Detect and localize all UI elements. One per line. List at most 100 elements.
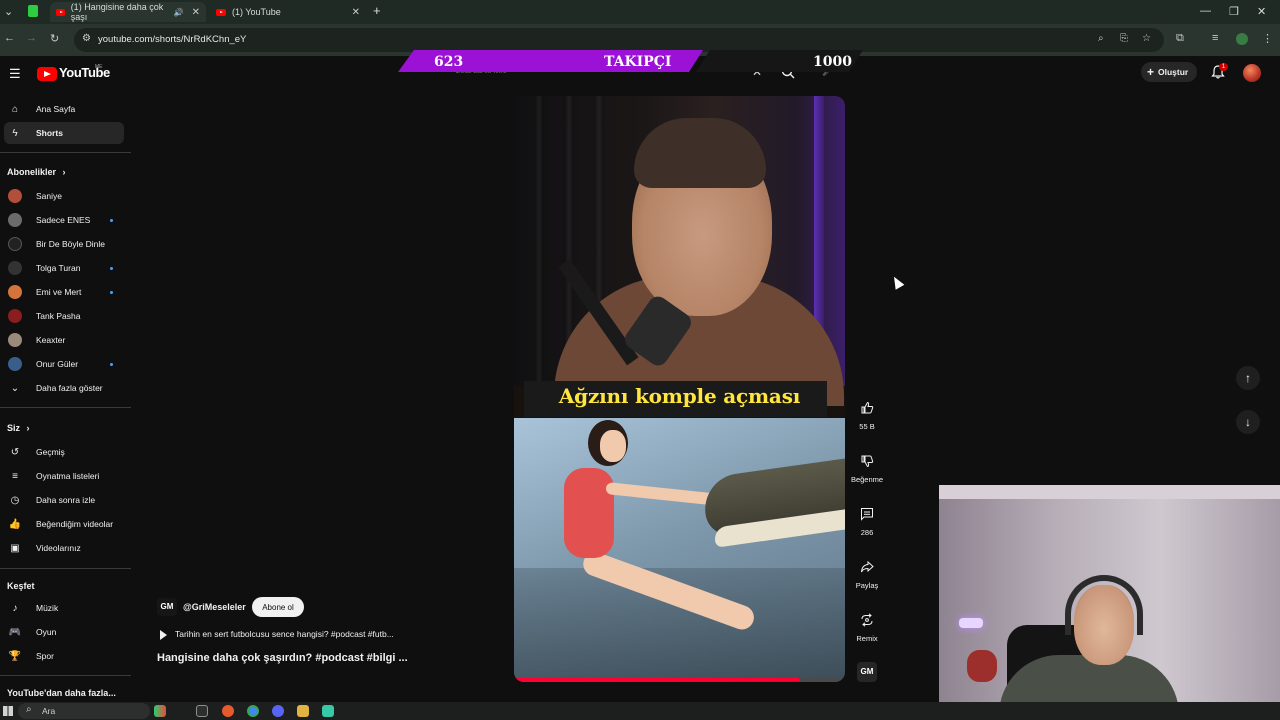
speaker-icon[interactable]: 🔊 bbox=[174, 8, 184, 17]
subscribe-button[interactable]: Abone ol bbox=[252, 597, 304, 617]
share-button[interactable]: Paylaş bbox=[848, 555, 886, 590]
url-text[interactable]: youtube.com/shorts/NrRdKChn_eY bbox=[98, 34, 246, 45]
site-info-icon[interactable]: ⚙ bbox=[82, 33, 91, 44]
subscriptions-heading[interactable]: Abonelikler › bbox=[7, 167, 66, 177]
profile-avatar-icon[interactable] bbox=[1236, 33, 1248, 45]
close-tab-icon[interactable]: ✕ bbox=[352, 7, 360, 18]
minimize-icon[interactable]: — bbox=[1200, 5, 1211, 17]
media-control-icon[interactable]: ≡ bbox=[1212, 32, 1218, 44]
comments-button[interactable]: 286 bbox=[848, 502, 886, 537]
new-content-dot bbox=[110, 362, 113, 366]
tab-list-chevron-icon[interactable]: ⌄ bbox=[4, 5, 13, 18]
channel-avatar bbox=[8, 237, 22, 251]
sidebar-item-gaming[interactable]: 🎮 Oyun bbox=[0, 621, 124, 643]
channel-avatar[interactable]: GM bbox=[157, 598, 177, 616]
browser-tab-strip: ⌄ (1) Hangisine daha çok şaşı 🔊 ✕ (1) Yo… bbox=[0, 0, 1280, 24]
reload-icon[interactable]: ↻ bbox=[50, 32, 59, 45]
create-button[interactable]: + Oluştur bbox=[1141, 62, 1197, 82]
account-avatar[interactable] bbox=[1243, 64, 1261, 82]
video-title[interactable]: Hangisine daha çok şaşırdın? #podcast #b… bbox=[157, 652, 408, 664]
sidebar-item-subscription[interactable]: Keaxter bbox=[0, 329, 124, 351]
windows-start-icon[interactable] bbox=[3, 706, 13, 716]
forward-icon[interactable]: → bbox=[26, 32, 37, 44]
girl-face bbox=[600, 430, 626, 462]
zoom-icon[interactable]: ⌕ bbox=[1098, 33, 1104, 44]
browser-menu-icon[interactable]: ⋮ bbox=[1262, 32, 1273, 45]
you-heading[interactable]: Siz › bbox=[7, 423, 30, 433]
remix-button[interactable]: Remix bbox=[848, 608, 886, 643]
channel-sound-thumbnail[interactable]: GM bbox=[857, 662, 877, 682]
news-widget-icon[interactable] bbox=[154, 705, 166, 717]
sidebar-item-history[interactable]: ↺ Geçmiş bbox=[0, 441, 124, 463]
shorts-icon: ϟ bbox=[12, 127, 18, 139]
sidebar-item-label: Beğendiğim videolar bbox=[36, 519, 114, 529]
app-icon[interactable] bbox=[297, 705, 309, 717]
tab-youtube[interactable]: (1) YouTube ✕ bbox=[210, 2, 366, 22]
tab-shorts[interactable]: (1) Hangisine daha çok şaşı 🔊 ✕ bbox=[50, 2, 206, 22]
chrome-icon[interactable] bbox=[247, 705, 259, 717]
search-icon: ⌕ bbox=[26, 704, 32, 715]
new-content-dot bbox=[110, 266, 113, 270]
youtube-logo-icon[interactable] bbox=[37, 67, 57, 81]
channel-avatar bbox=[8, 189, 22, 203]
divider bbox=[0, 152, 131, 153]
notification-badge: 1 bbox=[1219, 63, 1228, 71]
install-app-icon[interactable]: ⎘ bbox=[1120, 33, 1128, 44]
streamer-webcam bbox=[939, 485, 1280, 720]
sidebar-item-label: Keaxter bbox=[36, 335, 66, 345]
task-view-icon[interactable] bbox=[196, 705, 208, 717]
close-window-icon[interactable]: ✕ bbox=[1257, 5, 1266, 18]
sidebar-item-liked-videos[interactable]: 👍 Beğendiğim videolar bbox=[0, 513, 124, 535]
sidebar-item-shorts[interactable]: ϟ Shorts bbox=[4, 122, 124, 144]
sidebar-item-label: Geçmiş bbox=[36, 447, 65, 457]
dislike-button[interactable]: Beğenme bbox=[848, 449, 886, 484]
follower-goal: 1000 bbox=[813, 54, 852, 70]
sidebar-item-subscription[interactable]: Emi ve Mert bbox=[0, 281, 124, 303]
obs-icon[interactable] bbox=[322, 705, 334, 717]
sidebar-item-watch-later[interactable]: ◷ Daha sonra izle bbox=[0, 489, 124, 511]
tab-label: (1) YouTube bbox=[232, 7, 281, 17]
led-light bbox=[959, 618, 983, 628]
discord-icon[interactable] bbox=[272, 705, 284, 717]
sidebar-item-label: Emi ve Mert bbox=[36, 287, 82, 297]
sidebar-item-subscription[interactable]: Tolga Turan bbox=[0, 257, 124, 279]
sidebar-item-label: Daha sonra izle bbox=[36, 495, 96, 505]
share-label: Paylaş bbox=[855, 581, 879, 590]
sidebar-item-subscription[interactable]: Sadece ENES bbox=[0, 209, 124, 231]
show-more-button[interactable]: ⌄ Daha fazla göster bbox=[0, 377, 124, 399]
video-progress-bar[interactable] bbox=[514, 678, 845, 681]
sidebar-item-subscription[interactable]: Onur Güler bbox=[0, 353, 124, 375]
like-button[interactable]: 55 B bbox=[848, 396, 886, 431]
next-short-button[interactable]: ↓ bbox=[1236, 410, 1260, 434]
sidebar-item-subscription[interactable]: Bir De Böyle Dinle bbox=[0, 233, 124, 255]
sidebar-item-label: Bir De Böyle Dinle bbox=[36, 239, 105, 249]
related-video-link[interactable]: Tarihin en sert futbolcusu sence hangisi… bbox=[175, 629, 394, 639]
short-video-player[interactable]: Ağzını komple açması bbox=[514, 96, 845, 682]
back-icon[interactable]: ← bbox=[4, 32, 15, 44]
sidebar-item-music[interactable]: ♪ Müzik bbox=[0, 597, 124, 619]
sidebar-item-home[interactable]: ⌂ Ana Sayfa bbox=[0, 98, 124, 120]
sidebar-item-sports[interactable]: 🏆 Spor bbox=[0, 645, 124, 667]
bookmark-star-icon[interactable]: ☆ bbox=[1142, 33, 1151, 44]
address-bar[interactable]: ⚙ youtube.com/shorts/NrRdKChn_eY ⌕ ⎘ ☆ bbox=[74, 28, 1164, 52]
taskbar-search-label: Ara bbox=[42, 706, 56, 716]
channel-name[interactable]: @GriMeseleler bbox=[183, 602, 246, 612]
sidebar-item-label: Sadece ENES bbox=[36, 215, 91, 225]
extensions-icon[interactable]: ⧉ bbox=[1176, 32, 1184, 45]
sidebar-item-label: Spor bbox=[36, 651, 54, 661]
close-tab-icon[interactable]: ✕ bbox=[192, 7, 200, 18]
restore-icon[interactable]: ❐ bbox=[1229, 5, 1239, 18]
country-code: ME bbox=[95, 64, 103, 70]
sidebar-item-label: Ana Sayfa bbox=[36, 104, 76, 114]
sidebar-item-subscription[interactable]: Tank Pasha bbox=[0, 305, 124, 327]
sidebar-item-subscription[interactable]: Saniye bbox=[0, 185, 124, 207]
guide-menu-icon[interactable]: ☰ bbox=[9, 66, 21, 82]
new-tab-icon[interactable]: + bbox=[373, 3, 381, 18]
kick-extension-icon[interactable] bbox=[28, 5, 38, 17]
previous-short-button[interactable]: ↑ bbox=[1236, 366, 1260, 390]
firefox-icon[interactable] bbox=[222, 705, 234, 717]
taskbar-search[interactable]: ⌕ Ara bbox=[18, 703, 150, 719]
sidebar-item-playlists[interactable]: ≡ Oynatma listeleri bbox=[0, 465, 124, 487]
like-count: 55 B bbox=[859, 422, 875, 431]
sidebar-item-your-videos[interactable]: ▣ Videolarınız bbox=[0, 537, 124, 559]
